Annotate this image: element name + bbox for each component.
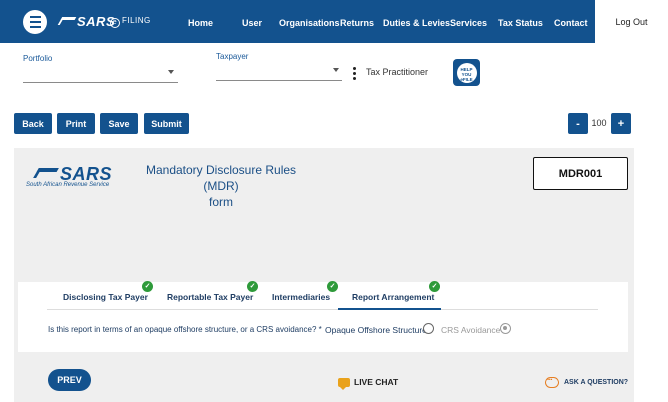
nav-services[interactable]: Services: [450, 18, 487, 28]
tab-reportable-tax-payer[interactable]: Reportable Tax Payer: [167, 292, 253, 302]
live-chat-label: LIVE CHAT: [354, 377, 399, 387]
tab-report-arrangement[interactable]: Report Arrangement: [352, 292, 434, 302]
chat-icon: [338, 377, 350, 390]
print-button[interactable]: Print: [57, 113, 95, 134]
save-button[interactable]: Save: [100, 113, 138, 134]
prev-button[interactable]: PREV: [48, 369, 91, 391]
back-button[interactable]: Back: [14, 113, 52, 134]
portfolio-select[interactable]: [23, 82, 178, 83]
form-title: Mandatory Disclosure Rules (MDR) form: [145, 163, 297, 209]
help-you-efile-icon[interactable]: HELP YOU eFILE: [453, 59, 480, 86]
ask-question-link[interactable]: ASK A QUESTION?: [545, 375, 629, 388]
check-icon: ✓: [327, 281, 338, 292]
tabs-divider: [47, 309, 598, 310]
submit-button[interactable]: Submit: [144, 113, 189, 134]
speech-bubble-icon: [545, 375, 559, 388]
efiling-logo: e FILING: [110, 16, 151, 28]
sars-logo[interactable]: SARS: [57, 14, 115, 29]
nav-contact[interactable]: Contact: [554, 18, 588, 28]
sars-logo-subtitle: South African Revenue Service: [26, 182, 110, 188]
nav-organisations[interactable]: Organisations: [279, 18, 340, 28]
taxpayer-label: Taxpayer: [216, 52, 249, 61]
taxpayer-chevron-down-icon[interactable]: [333, 68, 339, 72]
check-icon: ✓: [247, 281, 258, 292]
taxpayer-select[interactable]: [216, 80, 342, 81]
option-opaque-offshore-radio[interactable]: [423, 323, 434, 334]
ask-question-label: ASK A QUESTION?: [564, 379, 629, 386]
option-crs-avoidance-label: CRS Avoidance: [441, 325, 501, 335]
top-nav-bar: SARS e FILING Home User Organisations Ret…: [0, 0, 668, 43]
zoom-level: 100: [591, 118, 607, 128]
tab-disclosing-tax-payer[interactable]: Disclosing Tax Payer: [63, 292, 148, 302]
more-options-icon[interactable]: [353, 67, 356, 80]
nav-user[interactable]: User: [242, 18, 262, 28]
check-icon: ✓: [142, 281, 153, 292]
efiling-e-icon: e: [110, 18, 120, 28]
role-label: Tax Practitioner: [366, 67, 429, 77]
option-opaque-offshore-label: Opaque Offshore Structure: [325, 325, 427, 335]
live-chat-link[interactable]: LIVE CHAT: [338, 377, 399, 390]
question-label: Is this report in terms of an opaque off…: [48, 325, 322, 334]
nav-duties-levies[interactable]: Duties & Levies: [383, 18, 450, 28]
zoom-in-button[interactable]: +: [611, 113, 631, 134]
tab-intermediaries[interactable]: Intermediaries: [272, 292, 330, 302]
nav-home[interactable]: Home: [188, 18, 213, 28]
check-icon: ✓: [429, 281, 440, 292]
active-tab-indicator: [338, 308, 441, 310]
zoom-out-button[interactable]: -: [568, 113, 588, 134]
mdr-form-page: SARS e FILING Home User Organisations Ret…: [0, 0, 668, 402]
nav-returns[interactable]: Returns: [340, 18, 374, 28]
portfolio-label: Portfolio: [23, 54, 53, 63]
logout-button[interactable]: Log Out: [595, 0, 668, 43]
option-crs-avoidance-radio[interactable]: [500, 323, 511, 334]
nav-tax-status[interactable]: Tax Status: [498, 18, 543, 28]
portfolio-chevron-down-icon[interactable]: [168, 70, 174, 74]
form-code-box: MDR001: [533, 157, 628, 190]
hamburger-menu-icon[interactable]: [23, 10, 47, 34]
